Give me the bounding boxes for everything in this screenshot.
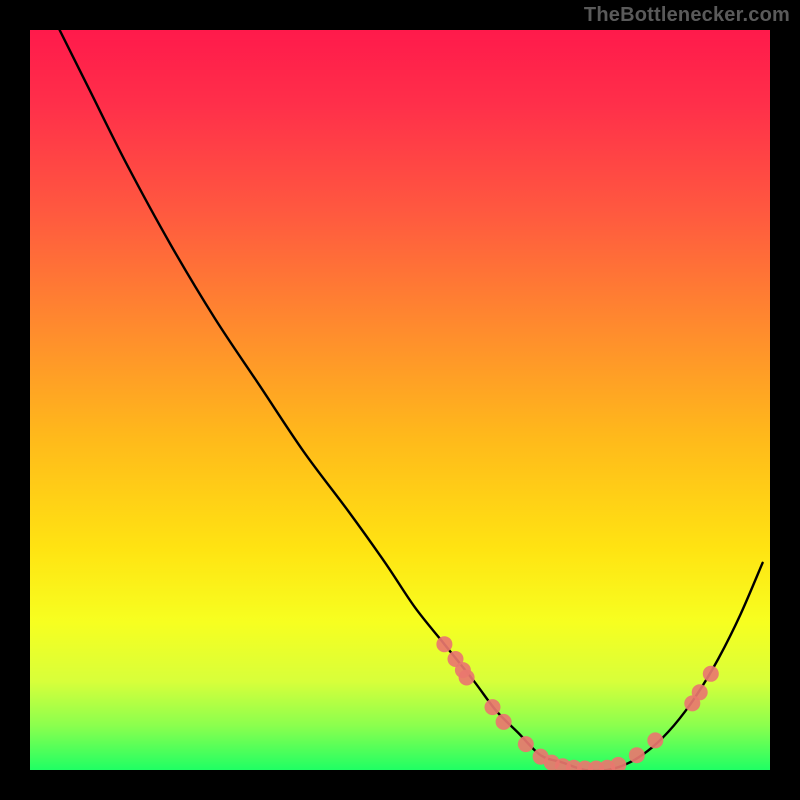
watermark-text: TheBottlenecker.com	[584, 4, 790, 27]
plot-area	[30, 30, 770, 770]
chart-frame: TheBottlenecker.com	[0, 0, 800, 800]
